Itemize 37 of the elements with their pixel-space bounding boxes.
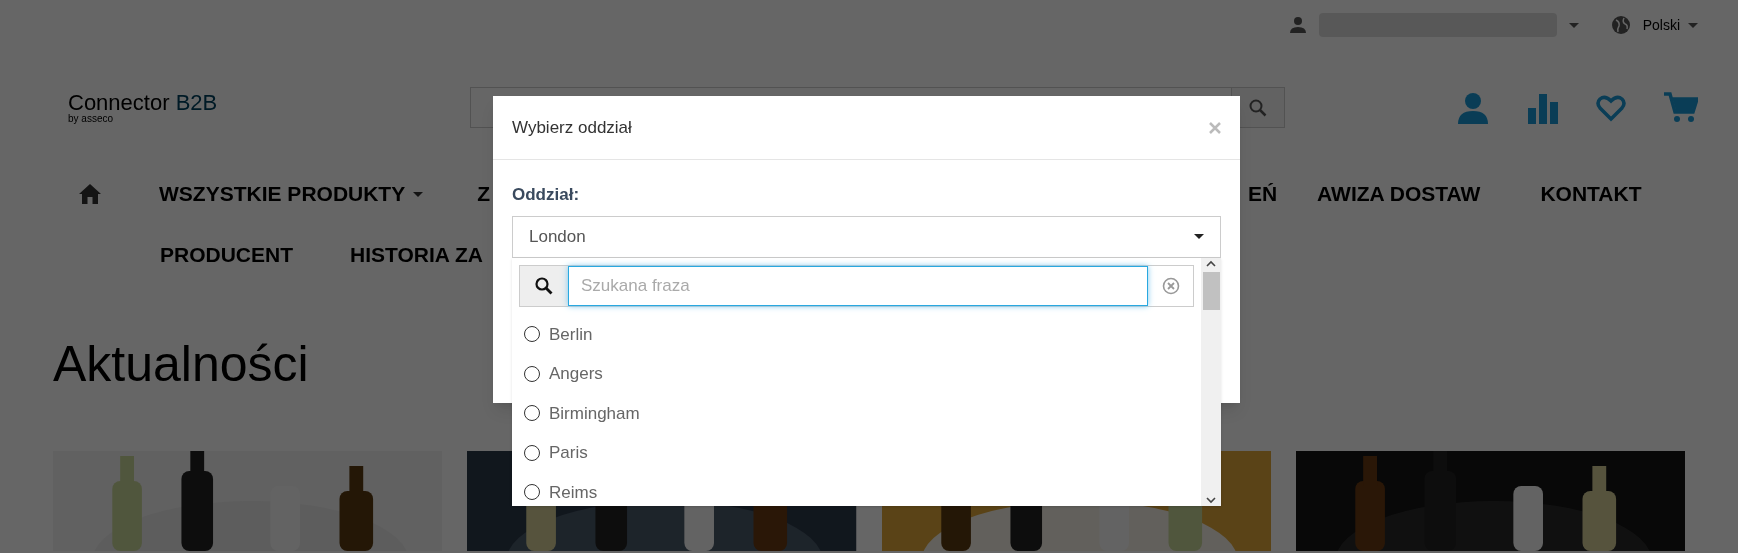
language-button[interactable]: Polski	[1642, 14, 1698, 36]
search-icon	[535, 276, 553, 295]
branch-select[interactable]: London	[512, 215, 1221, 258]
option-item[interactable]: Paris	[524, 433, 1201, 473]
search-input[interactable]: Szukana fraza	[568, 265, 1148, 306]
caret-icon	[1568, 22, 1579, 28]
nav-link[interactable]: Z	[477, 178, 491, 210]
option-item[interactable]: Berlin	[524, 314, 1201, 354]
cart-icon[interactable]	[1664, 91, 1698, 124]
heart-icon[interactable]	[1596, 93, 1626, 122]
option-item[interactable]: Angers	[524, 354, 1201, 394]
nav-link[interactable]: KONTAKT	[1540, 178, 1642, 210]
search-icon	[1249, 98, 1267, 117]
option-item[interactable]: Reims	[524, 472, 1201, 506]
home-icon[interactable]	[78, 183, 102, 205]
caret-icon	[413, 191, 424, 197]
globe-icon	[1610, 15, 1631, 35]
section-title: Aktualności	[53, 339, 309, 389]
close-icon[interactable]	[1209, 121, 1221, 134]
user-icon[interactable]	[1456, 90, 1490, 125]
scrollbar-thumb[interactable]	[1202, 271, 1220, 310]
bar-chart-icon[interactable]	[1528, 91, 1558, 124]
nav-link[interactable]: EŃ	[1247, 178, 1278, 210]
nav-link[interactable]: HISTORIA ZA	[350, 239, 483, 271]
caret-icon	[1194, 234, 1204, 239]
nav-link[interactable]: WSZYSTKIE PRODUKTY	[159, 178, 424, 210]
field-label: Oddział:	[512, 184, 581, 206]
nav-link[interactable]: AWIZA DOSTAW	[1317, 178, 1481, 210]
scroll-up-icon[interactable]	[1206, 259, 1216, 268]
scroll-down-icon[interactable]	[1206, 495, 1216, 504]
logo[interactable]: Connector B2B by asseco	[68, 91, 470, 124]
user-icon	[1288, 16, 1307, 34]
option-item[interactable]: Birmingham	[524, 393, 1201, 433]
nav-link[interactable]: PRODUCENT	[160, 239, 293, 271]
modal-title: Wybierz oddział	[512, 116, 632, 139]
clear-icon[interactable]	[1161, 276, 1180, 295]
caret-icon	[1688, 22, 1698, 28]
